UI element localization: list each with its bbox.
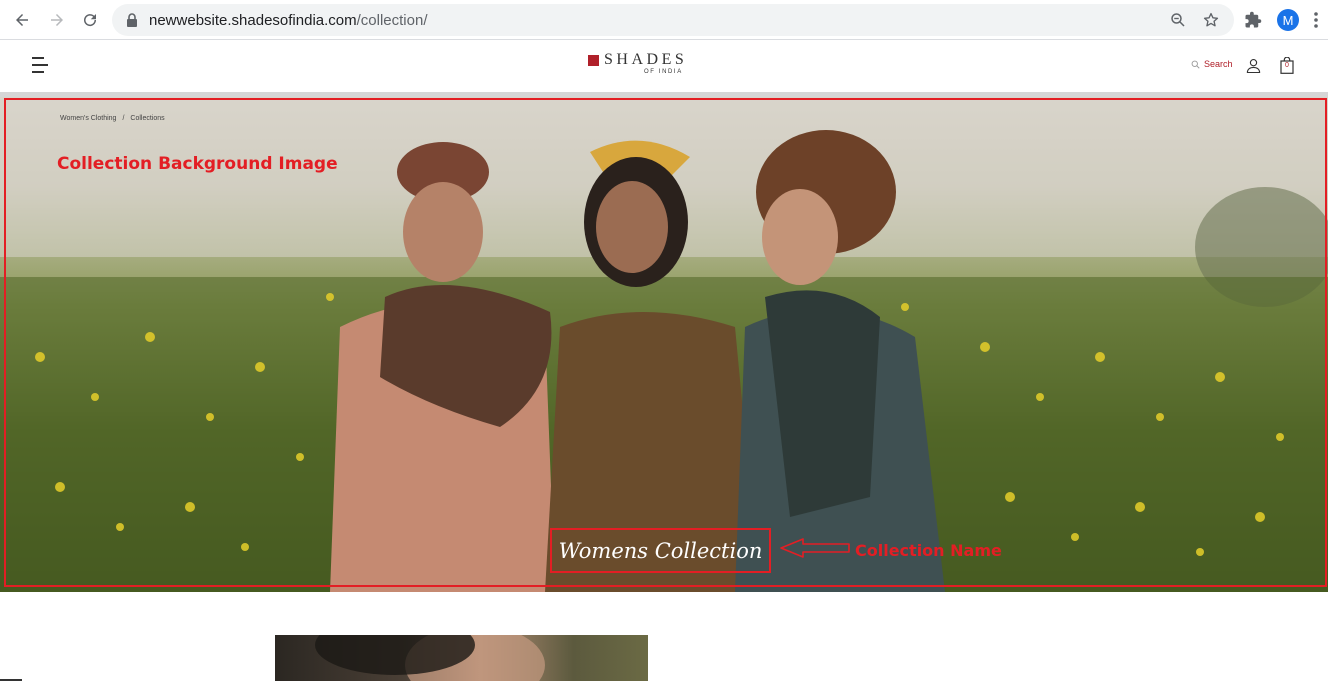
collection-name: Womens Collection [558,538,763,563]
logo-subtitle: OF INDIA [644,69,683,75]
browser-toolbar: newwebsite.shadesofindia.com/collection/… [0,0,1328,40]
annotation-name-label: Collection Name [855,541,1002,560]
cart-button[interactable]: 0 [1280,56,1294,74]
search-button[interactable]: Search [1191,59,1233,69]
url-host: newwebsite.shadesofindia.com [149,12,357,29]
url-text[interactable]: newwebsite.shadesofindia.com/collection/ [149,12,428,29]
star-icon[interactable] [1202,11,1220,29]
hamburger-menu-icon[interactable] [32,57,50,75]
forward-arrow-icon[interactable] [45,8,69,32]
logo-square-icon [588,55,599,66]
product-photo [315,635,545,681]
search-label: Search [1204,59,1233,69]
cart-count: 0 [1285,62,1289,69]
profile-avatar[interactable]: M [1277,9,1299,31]
collection-hero: Women's Clothing / Collections Collectio… [0,97,1328,592]
zoom-icon[interactable] [1169,11,1187,29]
more-menu-icon[interactable] [1313,11,1319,29]
site-header: SHADES OF INDIA Search 0 [0,40,1328,92]
reload-icon[interactable] [78,8,102,32]
logo-wordmark: SHADES [604,51,688,68]
annotation-background-label: Collection Background Image [57,154,338,174]
address-bar[interactable]: newwebsite.shadesofindia.com/collection/ [112,4,1234,36]
extensions-icon[interactable] [1244,11,1262,29]
annotation-arrow-icon [780,538,850,558]
search-icon [1191,60,1200,69]
collection-product-image[interactable] [275,635,648,681]
back-arrow-icon[interactable] [10,8,34,32]
account-icon[interactable] [1246,58,1261,73]
annotation-box-collection-name: Womens Collection [550,528,771,573]
url-path: /collection/ [356,12,428,29]
lock-icon[interactable] [126,13,138,27]
